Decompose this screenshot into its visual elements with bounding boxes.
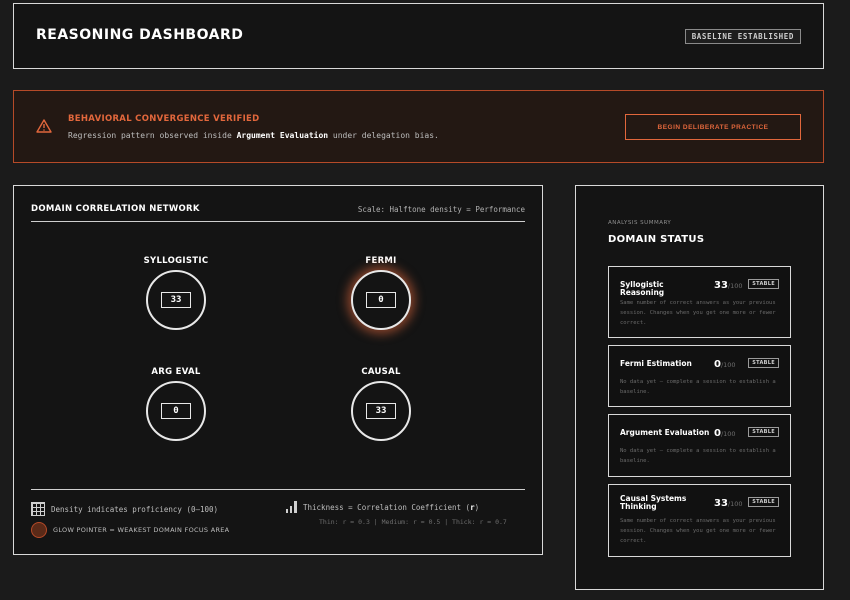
node-score: 0 [366, 292, 396, 308]
legend-glow-text: GLOW POINTER = WEAKEST DOMAIN FOCUS AREA [53, 526, 230, 534]
warning-icon [36, 119, 52, 133]
domain-score-max: /100 [727, 282, 743, 290]
stable-badge: STABLE [748, 358, 779, 368]
domain-name: Syllogistic Reasoning [620, 280, 665, 297]
legend-thickness-text: Thickness = Correlation Coefficient (r) [303, 503, 479, 512]
alert-banner: BEHAVIORAL CONVERGENCE VERIFIED Regressi… [13, 90, 824, 163]
domain-name: Fermi Estimation [620, 359, 692, 368]
node-fermi[interactable]: FERMI 0 [341, 256, 421, 330]
alert-message: Regression pattern observed inside Argum… [68, 131, 439, 140]
grid-icon [31, 502, 45, 516]
domain-score-max: /100 [720, 430, 736, 438]
status-eyebrow: ANALYSIS SUMMARY [608, 220, 672, 226]
legend-thickness-pre: Thickness = Correlation Coefficient ( [303, 502, 471, 512]
domain-card-arg-eval[interactable]: Argument Evaluation 0/100 STABLE No data… [608, 414, 791, 477]
node-score: 33 [161, 292, 191, 308]
header-bar: REASONING DASHBOARD BASELINE ESTABLISHED [13, 3, 824, 69]
node-score: 0 [161, 403, 191, 419]
domain-name: Argument Evaluation [620, 428, 710, 437]
legend-density-text: Density indicates proficiency (0–100) [51, 504, 219, 514]
scale-note: Scale: Halftone density = Performance [357, 205, 525, 214]
begin-practice-button[interactable]: BEGIN DELIBERATE PRACTICE [625, 114, 801, 140]
status-badge: BASELINE ESTABLISHED [684, 29, 801, 44]
alert-message-domain: Argument Evaluation [236, 131, 329, 140]
legend-density: Density indicates proficiency (0–100) [31, 502, 218, 516]
node-label: ARG EVAL [151, 367, 201, 377]
alert-title: BEHAVIORAL CONVERGENCE VERIFIED [68, 114, 260, 124]
node-label: SYLLOGISTIC [143, 256, 209, 266]
node-causal[interactable]: CAUSAL 33 [341, 367, 421, 441]
domain-score: 0/100 [714, 359, 736, 370]
domain-score: 0/100 [714, 428, 736, 439]
node-circle-glow: 0 [351, 270, 411, 330]
thickness-icon [286, 501, 297, 513]
node-circle: 0 [146, 381, 206, 441]
domain-description: Same number of correct answers as your p… [620, 518, 776, 544]
domain-score-value: 0 [714, 428, 721, 439]
domain-score-value: 0 [714, 359, 721, 370]
domain-description: Same number of correct answers as your p… [620, 300, 776, 326]
domain-description: No data yet — complete a session to esta… [620, 448, 776, 464]
legend-thickness: Thickness = Correlation Coefficient (r) … [286, 501, 507, 526]
domain-card-syllogistic[interactable]: Syllogistic Reasoning 33/100 STABLE Same… [608, 266, 791, 338]
correlation-network-panel: DOMAIN CORRELATION NETWORK Scale: Halfto… [13, 185, 543, 555]
domain-score-value: 33 [714, 498, 728, 509]
node-score: 33 [366, 403, 396, 419]
node-circle: 33 [146, 270, 206, 330]
divider [31, 489, 525, 490]
stable-badge: STABLE [748, 497, 779, 507]
stable-badge: STABLE [748, 427, 779, 437]
page-title: REASONING DASHBOARD [36, 27, 244, 43]
node-label: FERMI [365, 256, 397, 266]
domain-description: No data yet — complete a session to esta… [620, 379, 776, 395]
alert-message-post: under delegation bias. [328, 131, 439, 140]
legend-thickness-scale: Thin: r ≈ 0.3 | Medium: r ≈ 0.5 | Thick:… [319, 518, 507, 526]
glow-dot-icon [31, 522, 47, 538]
domain-score: 33/100 [714, 498, 743, 509]
node-arg-eval[interactable]: ARG EVAL 0 [136, 367, 216, 441]
domain-score: 33/100 [714, 280, 743, 291]
domain-score-max: /100 [727, 500, 743, 508]
network-title: DOMAIN CORRELATION NETWORK [31, 204, 200, 214]
domain-score-max: /100 [720, 361, 736, 369]
domain-score-value: 33 [714, 280, 728, 291]
legend-thickness-post: ) [474, 502, 480, 512]
legend-glow: GLOW POINTER = WEAKEST DOMAIN FOCUS AREA [31, 522, 229, 538]
domain-status-panel: ANALYSIS SUMMARY DOMAIN STATUS Syllogist… [575, 185, 824, 590]
node-syllogistic[interactable]: SYLLOGISTIC 33 [136, 256, 216, 330]
domain-name: Causal Systems Thinking [620, 494, 687, 511]
domain-card-causal[interactable]: Causal Systems Thinking 33/100 STABLE Sa… [608, 484, 791, 557]
node-label: CAUSAL [361, 367, 401, 377]
alert-message-pre: Regression pattern observed inside [68, 131, 237, 140]
divider [31, 221, 525, 222]
node-circle: 33 [351, 381, 411, 441]
stable-badge: STABLE [748, 279, 779, 289]
status-title: DOMAIN STATUS [608, 234, 705, 245]
domain-card-fermi[interactable]: Fermi Estimation 0/100 STABLE No data ye… [608, 345, 791, 407]
